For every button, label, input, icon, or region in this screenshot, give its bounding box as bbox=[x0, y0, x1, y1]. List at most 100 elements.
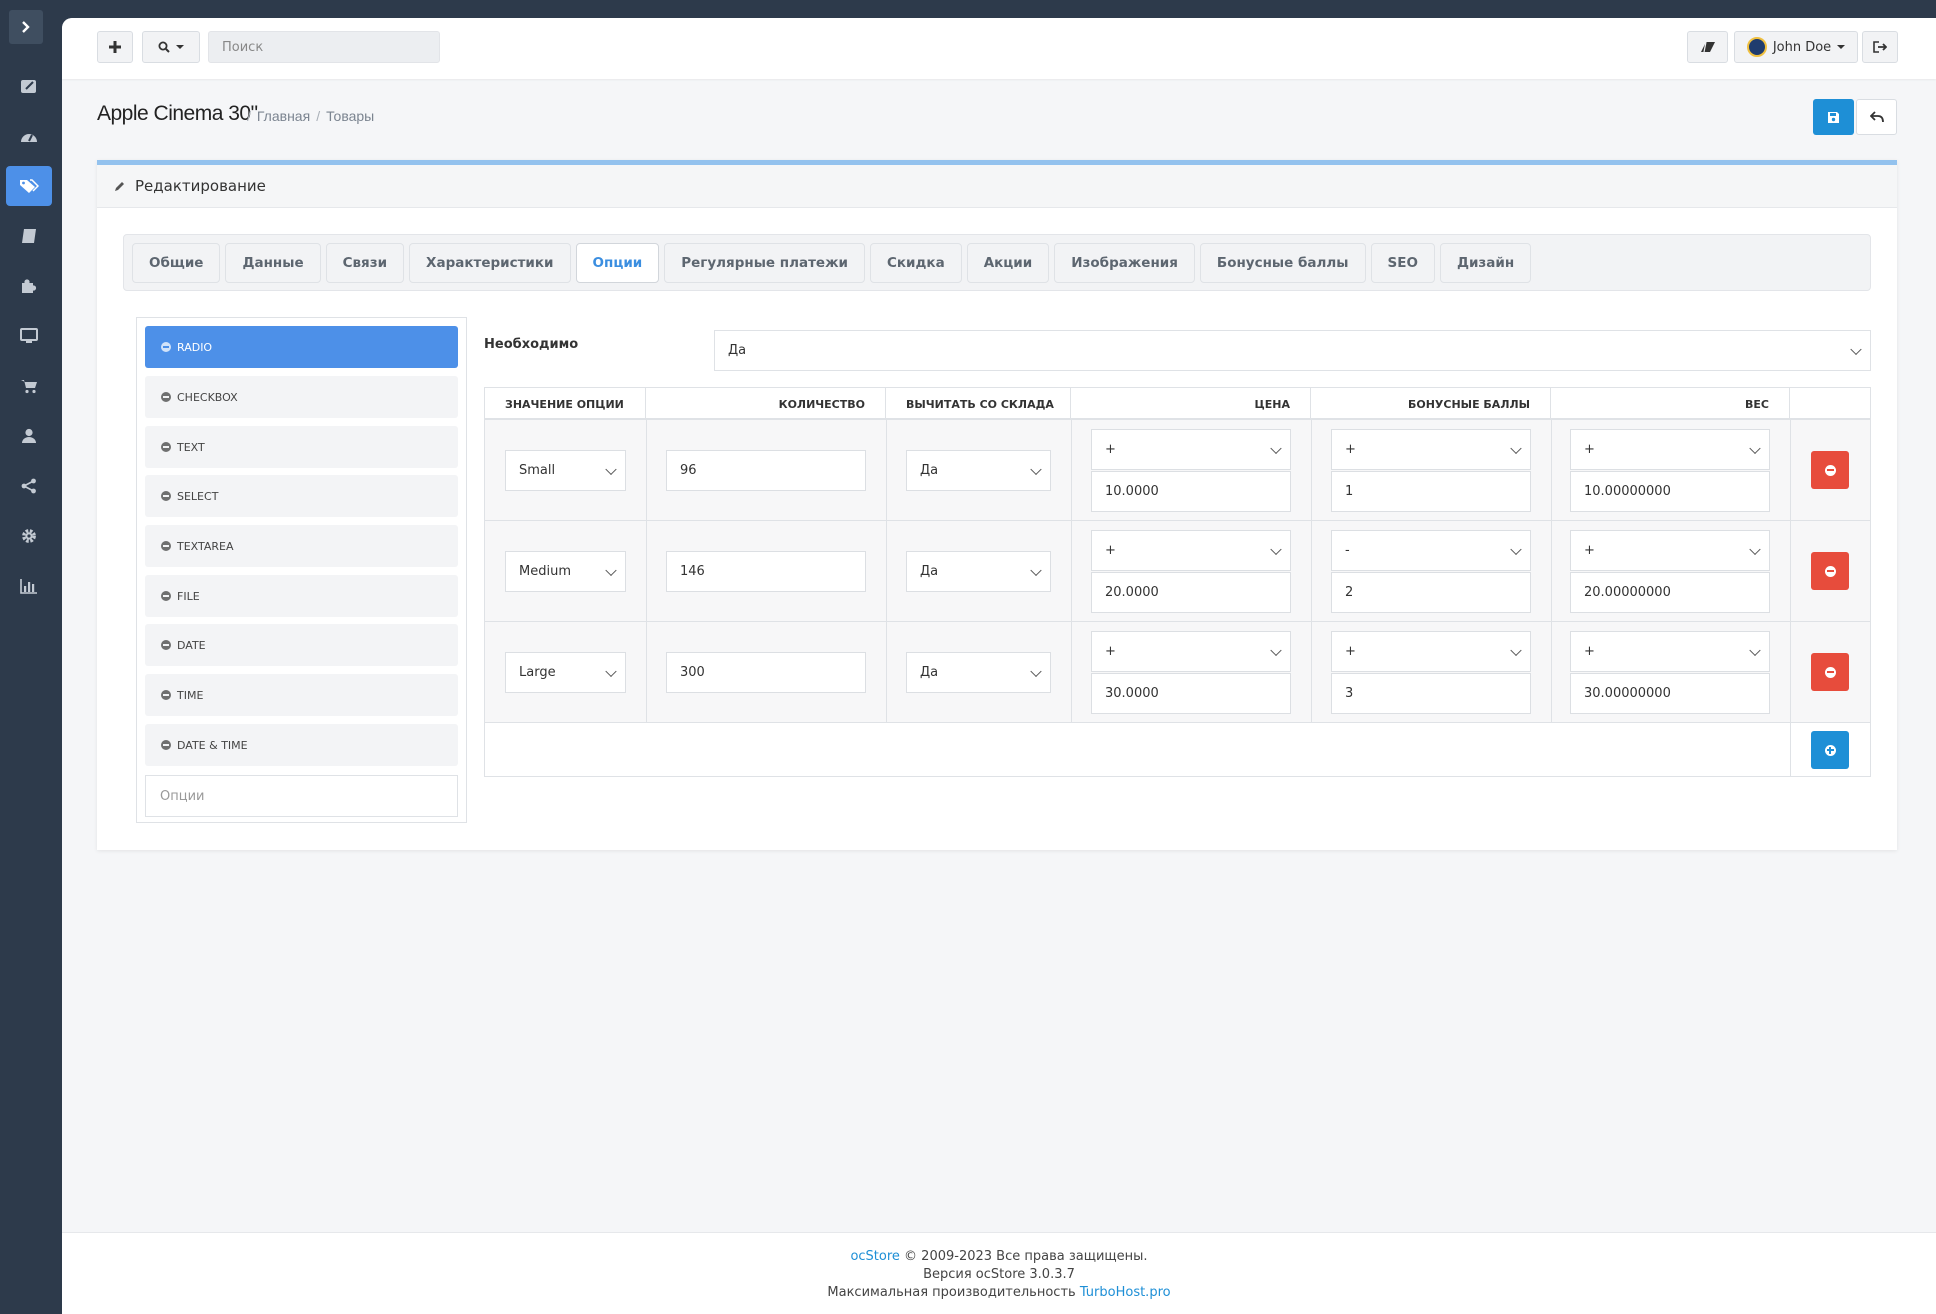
breadcrumb-products[interactable]: Товары bbox=[326, 108, 374, 124]
points-input[interactable]: 3 bbox=[1331, 673, 1531, 714]
minus-circle-icon[interactable] bbox=[161, 690, 171, 700]
price-input[interactable]: 30.0000 bbox=[1091, 673, 1291, 714]
field-value: 3 bbox=[1345, 686, 1354, 701]
tabs-bar: Общие Данные Связи Характеристики Опции … bbox=[123, 234, 1871, 291]
tab-links[interactable]: Связи bbox=[325, 242, 405, 283]
price-input[interactable]: 10.0000 bbox=[1091, 471, 1291, 512]
tab-reward-points[interactable]: Бонусные баллы bbox=[1199, 242, 1366, 283]
points-input[interactable]: 2 bbox=[1331, 572, 1531, 613]
tab-seo[interactable]: SEO bbox=[1370, 242, 1435, 283]
sidebar-item-extensions[interactable] bbox=[6, 266, 52, 306]
minus-circle-icon[interactable] bbox=[161, 342, 171, 352]
price-prefix-select[interactable]: + bbox=[1091, 530, 1291, 571]
points-prefix-select[interactable]: + bbox=[1331, 631, 1531, 672]
back-button[interactable] bbox=[1856, 99, 1897, 135]
sidebar-item-marketing[interactable] bbox=[6, 466, 52, 506]
weight-prefix-select[interactable]: + bbox=[1570, 429, 1770, 470]
search-type-dropdown[interactable] bbox=[142, 31, 200, 63]
clear-cache-button[interactable] bbox=[1687, 31, 1728, 63]
tab-data[interactable]: Данные bbox=[225, 242, 321, 283]
option-item-checkbox[interactable]: CHECKBOX bbox=[145, 376, 458, 418]
minus-circle-icon[interactable] bbox=[161, 591, 171, 601]
price-input[interactable]: 20.0000 bbox=[1091, 572, 1291, 613]
option-item-time[interactable]: TIME bbox=[145, 674, 458, 716]
option-item-textarea[interactable]: TEXTAREA bbox=[145, 525, 458, 567]
option-item-select[interactable]: SELECT bbox=[145, 475, 458, 517]
sidebar-item-design[interactable] bbox=[6, 316, 52, 356]
search-input[interactable]: Поиск bbox=[208, 31, 440, 63]
option-value-select[interactable]: Medium bbox=[505, 551, 626, 592]
remove-row-button[interactable] bbox=[1811, 451, 1849, 489]
sidebar-item-pencil[interactable] bbox=[6, 66, 52, 106]
quantity-input[interactable]: 146 bbox=[666, 551, 866, 592]
tab-attributes[interactable]: Характеристики bbox=[409, 242, 571, 283]
option-item-radio[interactable]: RADIO bbox=[145, 326, 458, 368]
breadcrumb-home[interactable]: Главная bbox=[257, 108, 310, 124]
eraser-icon bbox=[1700, 41, 1715, 53]
option-item-datetime[interactable]: DATE & TIME bbox=[145, 724, 458, 766]
minus-circle-icon[interactable] bbox=[161, 640, 171, 650]
weight-input[interactable]: 30.00000000 bbox=[1570, 673, 1770, 714]
save-button[interactable] bbox=[1813, 99, 1854, 135]
tab-options[interactable]: Опции bbox=[575, 242, 660, 283]
user-menu-button[interactable]: John Doe bbox=[1734, 31, 1858, 63]
add-button[interactable] bbox=[97, 31, 133, 63]
bar-chart-icon bbox=[20, 579, 37, 594]
sidebar-item-reports[interactable] bbox=[6, 566, 52, 606]
sidebar-item-sales[interactable] bbox=[6, 366, 52, 406]
breadcrumb-separator: / bbox=[316, 108, 321, 124]
option-item-file[interactable]: FILE bbox=[145, 575, 458, 617]
sidebar-toggle-button[interactable] bbox=[9, 10, 43, 44]
option-item-text[interactable]: TEXT bbox=[145, 426, 458, 468]
points-prefix-select[interactable]: - bbox=[1331, 530, 1531, 571]
sidebar-item-catalog[interactable] bbox=[6, 166, 52, 206]
subtract-select[interactable]: Да bbox=[906, 551, 1051, 592]
desktop-icon bbox=[20, 328, 38, 343]
field-value: + bbox=[1105, 543, 1116, 558]
option-value-select[interactable]: Large bbox=[505, 652, 626, 693]
table-row: Small 96 Да + 10.0000 + 1 + 10.00000000 bbox=[485, 420, 1870, 521]
tab-images[interactable]: Изображения bbox=[1054, 242, 1195, 283]
footer-perf-link[interactable]: TurboHost.pro bbox=[1080, 1285, 1171, 1300]
sidebar-item-extensions-book[interactable] bbox=[6, 216, 52, 256]
tab-general[interactable]: Общие bbox=[132, 242, 221, 283]
minus-circle-icon[interactable] bbox=[161, 541, 171, 551]
tab-design[interactable]: Дизайн bbox=[1439, 242, 1532, 283]
field-value: + bbox=[1584, 543, 1595, 558]
minus-circle-icon[interactable] bbox=[161, 392, 171, 402]
subtract-select[interactable]: Да bbox=[906, 450, 1051, 491]
minus-circle-icon[interactable] bbox=[161, 740, 171, 750]
weight-prefix-select[interactable]: + bbox=[1570, 530, 1770, 571]
chevron-down-icon bbox=[1510, 543, 1522, 555]
price-prefix-select[interactable]: + bbox=[1091, 429, 1291, 470]
add-row-button[interactable] bbox=[1811, 731, 1849, 769]
tab-special[interactable]: Акции bbox=[966, 242, 1050, 283]
option-value-select[interactable]: Small bbox=[505, 450, 626, 491]
weight-prefix-select[interactable]: + bbox=[1570, 631, 1770, 672]
caret-down-icon bbox=[176, 45, 184, 49]
logout-button[interactable] bbox=[1862, 31, 1898, 63]
caret-down-icon bbox=[1837, 45, 1846, 49]
minus-circle-icon[interactable] bbox=[161, 442, 171, 452]
required-select[interactable]: Да bbox=[714, 330, 1871, 371]
remove-row-button[interactable] bbox=[1811, 552, 1849, 590]
weight-input[interactable]: 10.00000000 bbox=[1570, 471, 1770, 512]
minus-circle-icon[interactable] bbox=[161, 491, 171, 501]
tab-recurring[interactable]: Регулярные платежи bbox=[664, 242, 865, 283]
option-autocomplete-input[interactable]: Опции bbox=[145, 775, 458, 817]
footer-brand-link[interactable]: ocStore bbox=[850, 1249, 899, 1264]
sidebar-item-customers[interactable] bbox=[6, 416, 52, 456]
price-prefix-select[interactable]: + bbox=[1091, 631, 1291, 672]
remove-row-button[interactable] bbox=[1811, 653, 1849, 691]
save-icon bbox=[1828, 111, 1839, 123]
sidebar-item-dashboard[interactable] bbox=[6, 116, 52, 156]
points-prefix-select[interactable]: + bbox=[1331, 429, 1531, 470]
tab-discount[interactable]: Скидка bbox=[869, 242, 962, 283]
quantity-input[interactable]: 96 bbox=[666, 450, 866, 491]
weight-input[interactable]: 20.00000000 bbox=[1570, 572, 1770, 613]
quantity-input[interactable]: 300 bbox=[666, 652, 866, 693]
option-item-date[interactable]: DATE bbox=[145, 624, 458, 666]
sidebar-item-system[interactable] bbox=[6, 516, 52, 556]
points-input[interactable]: 1 bbox=[1331, 471, 1531, 512]
subtract-select[interactable]: Да bbox=[906, 652, 1051, 693]
